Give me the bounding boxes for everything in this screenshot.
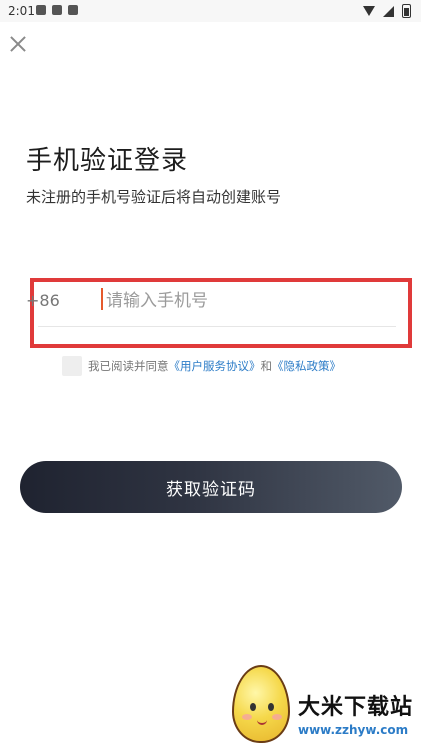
battery-icon bbox=[402, 4, 411, 18]
wifi-icon bbox=[363, 6, 375, 16]
page-subtitle: 未注册的手机号验证后将自动创建账号 bbox=[26, 188, 282, 206]
close-icon[interactable] bbox=[8, 34, 28, 54]
status-bar: 2:01 bbox=[0, 0, 421, 22]
watermark-url: www.zzhyw.com bbox=[298, 723, 409, 737]
cast-icon bbox=[68, 5, 78, 15]
status-notification-icons bbox=[36, 5, 78, 15]
mascot-eye bbox=[268, 703, 274, 711]
terms-link[interactable]: 《用户服务协议》 bbox=[169, 358, 261, 374]
watermark: 大米下载站 www.zzhyw.com bbox=[232, 661, 417, 747]
egg-mascot-icon bbox=[232, 665, 290, 743]
agreement-connector: 和 bbox=[260, 359, 273, 373]
agreement-row: 我已阅读并同意 《用户服务协议》 和 《隐私政策》 bbox=[62, 356, 341, 376]
mascot-blush bbox=[272, 714, 282, 720]
status-system-icons bbox=[363, 4, 411, 18]
mascot-mouth bbox=[257, 717, 267, 725]
page-title: 手机验证登录 bbox=[26, 146, 189, 176]
agreement-checkbox[interactable] bbox=[62, 356, 82, 376]
signal-icon bbox=[383, 5, 394, 17]
country-code[interactable]: +86 bbox=[26, 291, 60, 310]
privacy-link[interactable]: 《隐私政策》 bbox=[272, 358, 341, 374]
image-icon bbox=[36, 5, 46, 15]
input-underline bbox=[38, 326, 396, 327]
phone-input[interactable] bbox=[104, 285, 398, 317]
watermark-site-name: 大米下载站 bbox=[298, 695, 414, 720]
app-a-icon bbox=[52, 5, 62, 15]
text-caret bbox=[101, 288, 103, 310]
mascot-eye bbox=[250, 703, 256, 711]
agreement-prefix: 我已阅读并同意 bbox=[88, 359, 169, 373]
get-code-button[interactable]: 获取验证码 bbox=[20, 461, 402, 513]
status-time: 2:01 bbox=[8, 4, 35, 18]
mascot-blush bbox=[242, 714, 252, 720]
